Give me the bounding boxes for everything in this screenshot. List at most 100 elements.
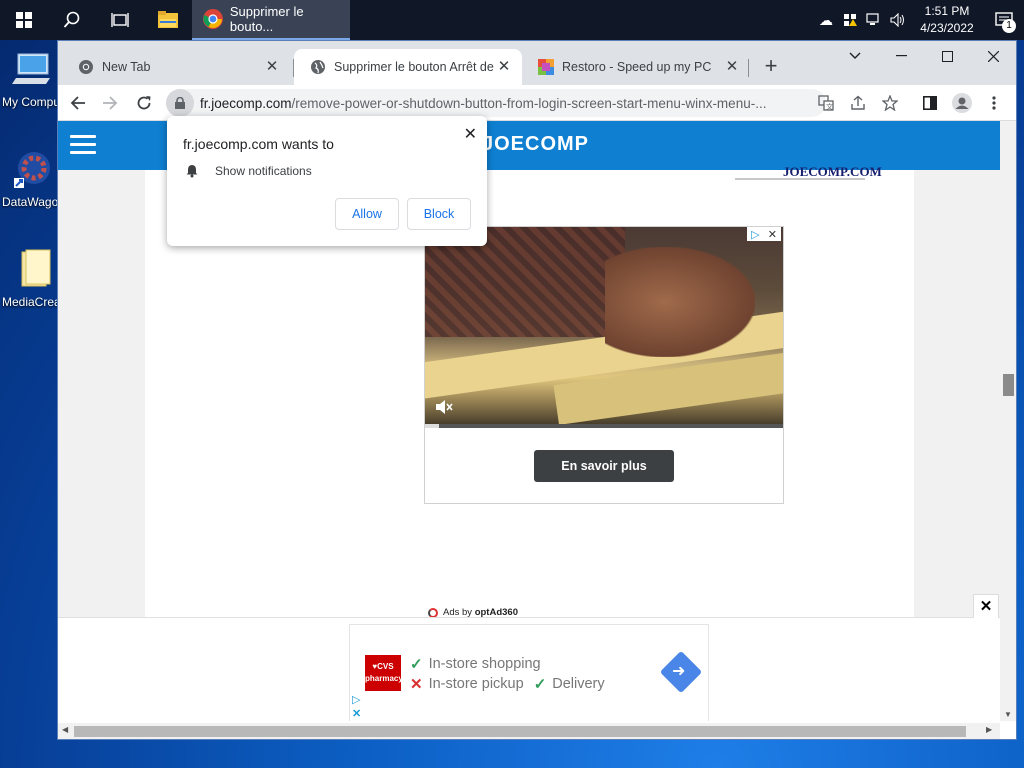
volume-icon[interactable]	[886, 0, 910, 40]
folder-icon	[158, 11, 178, 28]
close-icon	[987, 50, 999, 62]
tab-supprimer[interactable]: Supprimer le bouton Arrêt de ✕	[294, 49, 522, 85]
url-path: /remove-power-or-shutdown-button-from-lo…	[291, 95, 767, 111]
permission-row: Show notifications	[185, 164, 312, 178]
task-view-icon	[111, 13, 129, 27]
url-text: fr.joecomp.com/remove-power-or-shutdown-…	[200, 96, 826, 111]
tab-search-button[interactable]	[832, 41, 878, 71]
minimize-button[interactable]	[878, 41, 924, 71]
desktop-icon-my-computer[interactable]: My Computer	[0, 48, 58, 109]
muted-speaker-icon[interactable]	[435, 399, 453, 420]
back-button[interactable]	[64, 89, 92, 117]
scroll-right-arrow-icon[interactable]: ▶	[986, 725, 992, 734]
start-button[interactable]	[0, 0, 48, 40]
cvs-feature-pickup: In-store pickup	[428, 676, 524, 692]
tab-divider	[748, 59, 749, 77]
clock[interactable]: 1:51 PM 4/23/2022	[910, 3, 984, 37]
block-button[interactable]: Block	[407, 198, 471, 230]
cvs-ad[interactable]: ♥CVS pharmacy ✓ In-store shopping ✕ In-s…	[349, 624, 709, 721]
restoro-icon	[538, 59, 554, 75]
close-tab-icon[interactable]: ✕	[496, 59, 512, 75]
translate-icon[interactable]: 文	[814, 91, 838, 115]
file-explorer-button[interactable]	[144, 0, 192, 40]
arrow-right-icon	[103, 96, 118, 110]
tab-new-tab[interactable]: New Tab ✕	[62, 49, 290, 85]
tab-restoro[interactable]: Restoro - Speed up my PC ✕	[522, 49, 750, 85]
side-panel-icon[interactable]	[918, 91, 942, 115]
checkmark-icon: ✓	[533, 676, 547, 693]
maximize-button[interactable]	[924, 41, 970, 71]
close-tab-icon[interactable]: ✕	[724, 59, 740, 75]
more-menu-icon[interactable]	[982, 91, 1006, 115]
scrollbar-thumb[interactable]	[1003, 374, 1014, 396]
network-icon[interactable]	[862, 0, 886, 40]
close-tab-icon[interactable]: ✕	[264, 59, 280, 75]
windows-logo-icon	[16, 12, 32, 28]
task-view-button[interactable]	[96, 0, 144, 40]
profile-avatar-icon[interactable]	[950, 91, 974, 115]
reload-button[interactable]	[130, 89, 158, 117]
system-tray: ☁ 1:51 PM 4/23/2022 1	[814, 0, 1024, 40]
folder-icon	[21, 249, 51, 287]
gear-icon	[14, 152, 50, 188]
arrow-left-icon	[70, 96, 85, 110]
site-logo[interactable]: JOECOMP	[482, 133, 589, 156]
site-logo-small: JOECOMP.COM	[783, 164, 882, 179]
ad-video-frame[interactable]	[425, 227, 783, 428]
scrollbar-thumb[interactable]	[74, 726, 966, 737]
new-tab-button[interactable]: +	[759, 55, 783, 79]
chrome-icon	[202, 9, 223, 29]
cvs-logo: ♥CVS pharmacy	[365, 655, 403, 691]
permission-text: Show notifications	[215, 164, 312, 178]
optad-logo-icon	[428, 607, 438, 618]
ad-image-detail	[605, 247, 755, 357]
vertical-scrollbar[interactable]: ▼	[1000, 121, 1016, 721]
desktop-icon-mediacreation[interactable]: MediaCreation	[0, 248, 58, 309]
cloud-offline-icon[interactable]: ☁	[814, 0, 838, 40]
checkmark-icon: ✓	[410, 656, 423, 673]
cvs-feature-row: ✓ In-store shopping	[410, 655, 541, 673]
close-window-button[interactable]	[970, 41, 1016, 71]
notification-badge: 1	[1002, 19, 1016, 33]
chrome-window: New Tab ✕ Supprimer le bouton Arrêt de ✕…	[57, 40, 1017, 740]
directions-arrow-icon[interactable]: ➜	[659, 650, 703, 694]
sticky-bottom-ad: ✕ ♥CVS pharmacy ✓ In-store shopping ✕ In…	[58, 594, 1000, 721]
security-warning-icon[interactable]	[838, 0, 862, 40]
adchoices-icon[interactable]: ▷ ✕	[352, 693, 361, 721]
notification-permission-popup: fr.joecomp.com wants to ✕ Show notificat…	[167, 116, 487, 246]
reload-icon	[137, 96, 151, 110]
lock-icon[interactable]	[166, 89, 194, 117]
ad-progress-bar	[425, 424, 783, 428]
adchoices-icon[interactable]: ▷ ✕	[747, 227, 781, 241]
chrome-icon	[79, 60, 93, 74]
allow-button[interactable]: Allow	[335, 198, 399, 230]
horizontal-scrollbar[interactable]: ◀ ▶	[58, 723, 1000, 739]
svg-text:文: 文	[826, 102, 833, 111]
share-icon[interactable]	[846, 91, 870, 115]
taskbar-chrome-button[interactable]: Supprimer le bouto...	[192, 0, 350, 40]
ad-cta-button[interactable]: En savoir plus	[534, 450, 674, 482]
scroll-left-arrow-icon[interactable]: ◀	[62, 725, 68, 734]
close-popup-icon[interactable]: ✕	[464, 124, 477, 144]
cvs-feature-delivery: Delivery	[552, 676, 605, 692]
desktop-icon-datawagon[interactable]: DataWagon	[0, 148, 58, 209]
cross-icon: ✕	[410, 676, 423, 693]
hamburger-menu-icon[interactable]	[70, 135, 96, 155]
clock-date: 4/23/2022	[920, 21, 974, 35]
address-bar[interactable]: fr.joecomp.com/remove-power-or-shutdown-…	[166, 89, 826, 117]
bookmark-star-icon[interactable]	[878, 91, 902, 115]
url-domain: fr.joecomp.com	[200, 95, 292, 111]
search-button[interactable]	[48, 0, 96, 40]
forward-button[interactable]	[96, 89, 124, 117]
clock-time: 1:51 PM	[924, 4, 970, 18]
action-center-button[interactable]: 1	[984, 0, 1024, 40]
close-ad-button[interactable]: ✕	[973, 594, 999, 618]
tab-title: Supprimer le bouton Arrêt de	[334, 60, 494, 74]
scroll-down-arrow-icon[interactable]: ▼	[1004, 710, 1012, 719]
desktop-icon-label: MediaCreation	[2, 295, 58, 309]
tab-title: Restoro - Speed up my PC	[562, 60, 712, 74]
tab-strip: New Tab ✕ Supprimer le bouton Arrêt de ✕…	[58, 41, 1016, 85]
search-icon	[63, 11, 80, 28]
computer-icon	[12, 53, 50, 84]
video-ad[interactable]: ▷ ✕ En savoir plus	[424, 226, 784, 504]
